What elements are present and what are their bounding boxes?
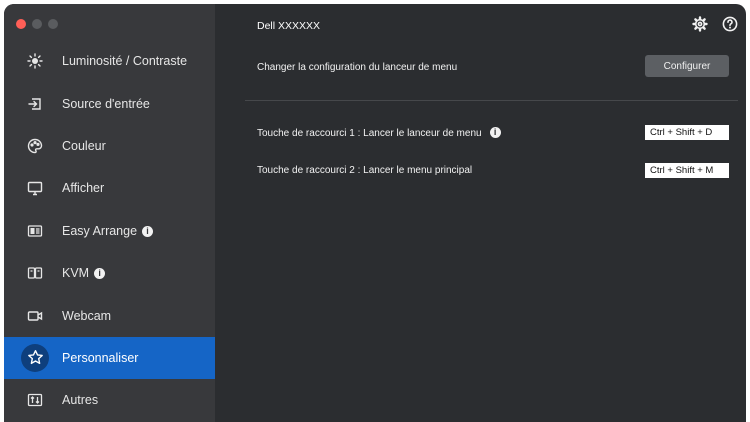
webcam-icon: [24, 305, 46, 327]
sidebar-item-webcam[interactable]: Webcam: [4, 294, 215, 336]
shortcut2-label: Touche de raccourci 2 : Lancer le menu p…: [257, 165, 473, 176]
header-icons: [692, 16, 738, 37]
sidebar-item-personalize[interactable]: Personnaliser: [4, 336, 215, 380]
window-controls: [16, 19, 58, 29]
zoom-window-button[interactable]: [48, 19, 58, 29]
sidebar-item-brightness-contrast[interactable]: Luminosité / Contraste: [4, 40, 215, 82]
sidebar-item-display[interactable]: Afficher: [4, 167, 215, 209]
shortcut1-label-row: Touche de raccourci 1 : Lancer le lanceu…: [257, 127, 501, 139]
sidebar-item-label: Afficher: [62, 181, 105, 196]
shortcut1-label: Touche de raccourci 1 : Lancer le lanceu…: [257, 128, 482, 139]
divider: [245, 100, 738, 101]
close-window-button[interactable]: [16, 19, 26, 29]
launcher-config-label: Changer la configuration du lanceur de m…: [257, 62, 458, 73]
gear-icon[interactable]: [692, 16, 708, 37]
easy-arrange-icon: [24, 220, 46, 242]
help-icon[interactable]: [722, 16, 738, 37]
sidebar-item-label: Webcam: [62, 308, 112, 323]
info-icon[interactable]: i: [94, 268, 106, 280]
main-panel: Dell XXXXXX Changer la configuration du …: [215, 4, 746, 422]
info-icon[interactable]: i: [489, 127, 501, 138]
input-source-icon: [24, 93, 46, 115]
monitor-icon: [24, 177, 46, 199]
shortcut1-field[interactable]: Ctrl + Shift + D: [645, 125, 729, 140]
sidebar-item-input-source[interactable]: Source d'entrée: [4, 82, 215, 124]
sidebar-item-others[interactable]: Autres: [4, 379, 215, 421]
sidebar-item-kvm[interactable]: KVM i: [4, 252, 215, 294]
sidebar-item-color[interactable]: Couleur: [4, 125, 215, 167]
kvm-icon: [24, 262, 46, 284]
sidebar: Luminosité / Contraste Source d'entrée C…: [4, 4, 215, 422]
info-icon[interactable]: i: [142, 225, 154, 237]
sidebar-item-label-with-info: Easy Arrange i: [62, 223, 154, 238]
sidebar-item-label: Personnaliser: [62, 350, 139, 365]
color-palette-icon: [24, 135, 46, 157]
sidebar-item-label: Couleur: [62, 138, 106, 153]
sidebar-item-label: KVM: [62, 266, 90, 281]
sidebar-item-label-with-info: KVM i: [62, 266, 106, 281]
shortcut2-field[interactable]: Ctrl + Shift + M: [645, 163, 729, 178]
sidebar-item-easy-arrange[interactable]: Easy Arrange i: [4, 210, 215, 252]
sidebar-item-label: Easy Arrange: [62, 223, 138, 238]
minimize-window-button[interactable]: [32, 19, 42, 29]
star-icon: [21, 343, 49, 372]
brightness-icon: [24, 50, 46, 72]
sidebar-item-label: Source d'entrée: [62, 96, 150, 111]
configure-button[interactable]: Configurer: [645, 55, 729, 77]
monitor-name: Dell XXXXXX: [257, 20, 321, 32]
sidebar-item-label: Luminosité / Contraste: [62, 54, 188, 69]
app-window: Luminosité / Contraste Source d'entrée C…: [4, 4, 746, 422]
sidebar-nav: Luminosité / Contraste Source d'entrée C…: [4, 40, 215, 422]
sidebar-item-label: Autres: [62, 393, 99, 408]
others-icon: [24, 389, 46, 411]
